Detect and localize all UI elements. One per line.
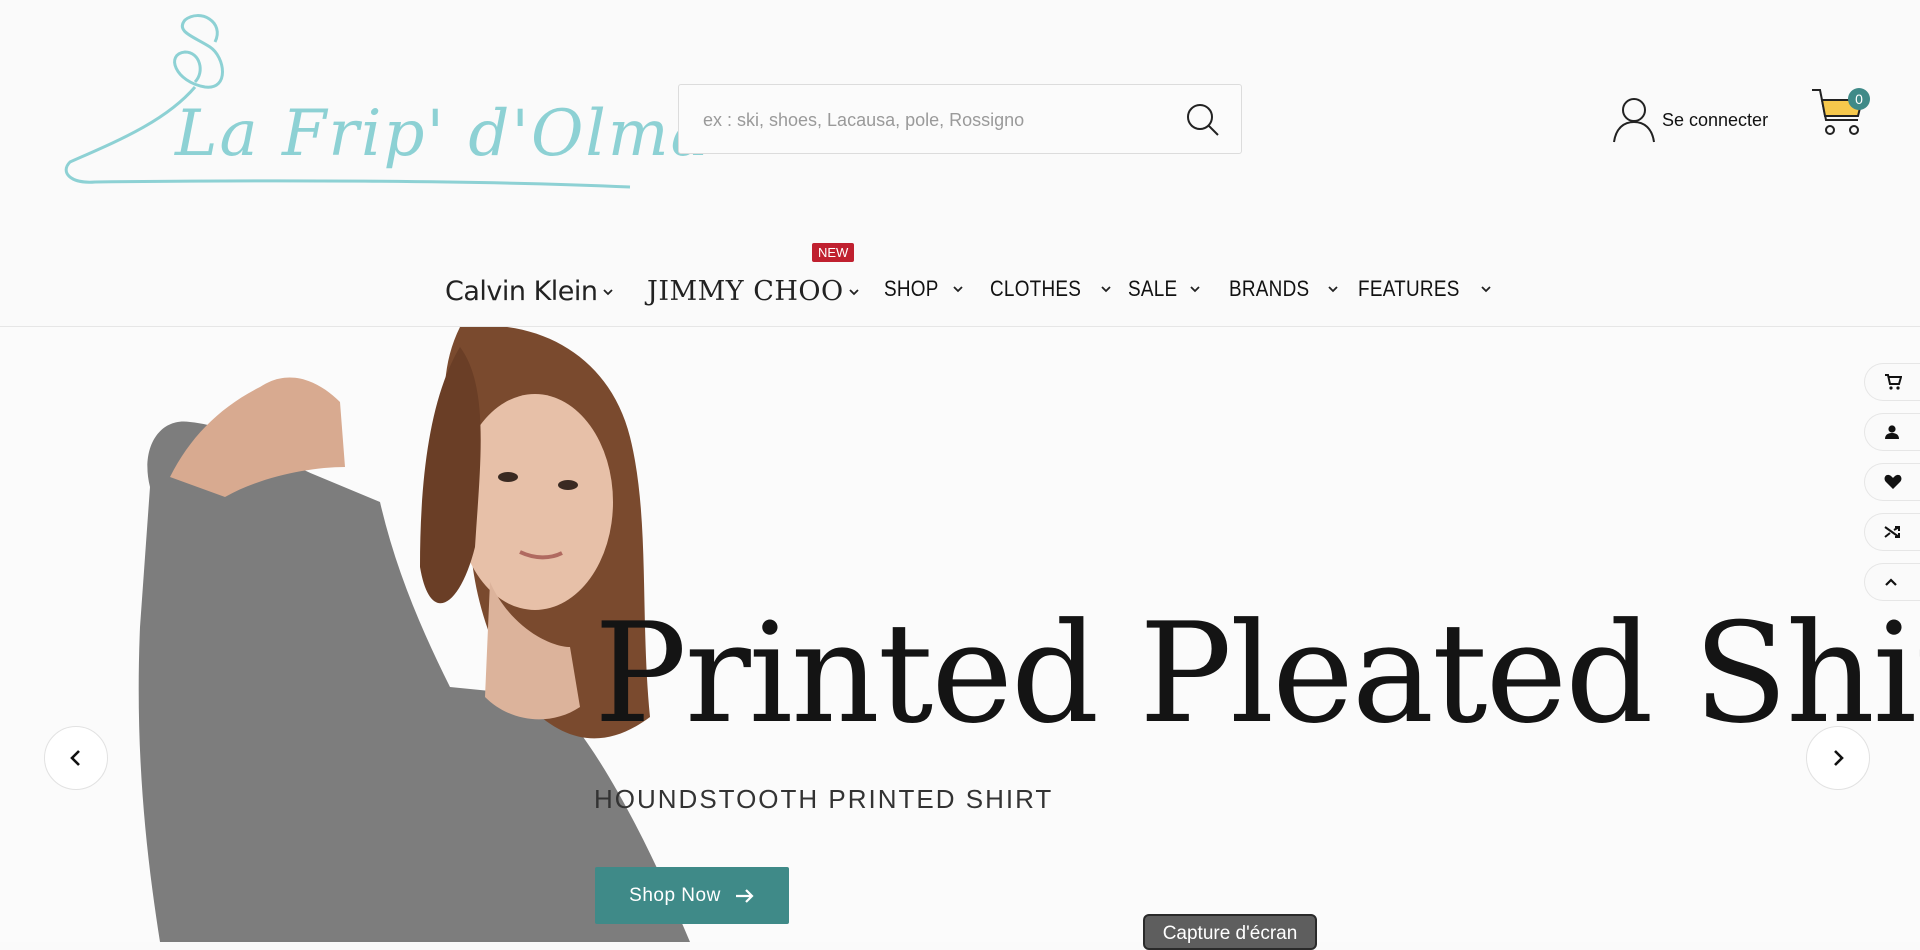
nav-item-jimmy-choo[interactable]: JIMMY CHOO bbox=[647, 276, 860, 307]
jimmy-choo-logo: JIMMY CHOO bbox=[647, 276, 844, 307]
sidebar-account-button[interactable] bbox=[1864, 413, 1920, 451]
search-input[interactable] bbox=[701, 85, 1175, 155]
nav-label-clothes: CLOTHES bbox=[990, 276, 1082, 301]
nav-item-sale[interactable]: SALE bbox=[1128, 276, 1201, 302]
sidebar-scroll-top-button[interactable] bbox=[1864, 563, 1920, 601]
slider-next-button[interactable] bbox=[1806, 726, 1870, 790]
heart-icon bbox=[1884, 474, 1902, 489]
nav-label-sale: SALE bbox=[1128, 276, 1178, 301]
chevron-down-icon bbox=[952, 286, 963, 293]
search-icon[interactable] bbox=[1185, 102, 1221, 138]
nav-item-features[interactable]: FEATURES bbox=[1358, 276, 1492, 302]
screenshot-tooltip[interactable]: Capture d'écran bbox=[1143, 914, 1317, 950]
sidebar-compare-button[interactable] bbox=[1864, 513, 1920, 551]
chevron-down-icon bbox=[1101, 286, 1111, 293]
account-link[interactable]: Se connecter bbox=[1612, 95, 1768, 145]
nav-item-clothes[interactable]: CLOTHES bbox=[990, 276, 1112, 302]
shuffle-icon bbox=[1884, 526, 1900, 538]
nav-label-shop: SHOP bbox=[884, 276, 939, 301]
chevron-left-icon bbox=[70, 750, 80, 766]
chevron-up-icon bbox=[1885, 578, 1897, 586]
nav-item-shop[interactable]: SHOP bbox=[884, 276, 964, 302]
logo-wordmark: La Frip' d'Olma bbox=[175, 97, 711, 171]
user-icon bbox=[1885, 425, 1899, 439]
shop-now-label: Shop Now bbox=[629, 884, 721, 906]
nav-label-features: FEATURES bbox=[1358, 276, 1460, 301]
shop-now-button[interactable]: Shop Now bbox=[595, 867, 789, 924]
site-logo[interactable]: La Frip' d'Olma bbox=[55, 12, 709, 202]
hero-slider: Printed Pleated Shirt HOUNDSTOOTH PRINTE… bbox=[0, 327, 1920, 942]
nav-item-brands[interactable]: BRANDS bbox=[1229, 276, 1339, 302]
chevron-down-icon bbox=[1481, 286, 1491, 293]
user-icon bbox=[1613, 98, 1655, 143]
chevron-down-icon bbox=[1327, 286, 1338, 293]
nav-item-calvin-klein[interactable]: Calvin Klein bbox=[445, 276, 614, 307]
arrow-right-icon bbox=[735, 888, 754, 903]
chevron-down-icon bbox=[849, 288, 859, 295]
slider-prev-button[interactable] bbox=[44, 726, 108, 790]
sidebar-wishlist-button[interactable] bbox=[1864, 463, 1920, 501]
sidebar-cart-button[interactable] bbox=[1864, 363, 1920, 401]
chevron-right-icon bbox=[1834, 750, 1844, 766]
cart-count-badge: 0 bbox=[1848, 88, 1870, 110]
nav-label-brands: BRANDS bbox=[1229, 276, 1310, 301]
account-label: Se connecter bbox=[1662, 109, 1769, 130]
chevron-down-icon bbox=[602, 288, 613, 295]
calvin-klein-logo: Calvin Klein bbox=[445, 276, 598, 307]
chevron-down-icon bbox=[1190, 286, 1201, 293]
search-bar bbox=[678, 84, 1242, 155]
cart-icon bbox=[1885, 374, 1902, 390]
hero-title: Printed Pleated Shirt bbox=[594, 593, 1920, 754]
site-header: La Frip' d'Olma Se connecter 0 NEW Calvi… bbox=[0, 0, 1920, 327]
hero-subtitle: HOUNDSTOOTH PRINTED SHIRT bbox=[594, 784, 1054, 814]
main-nav: Calvin Klein JIMMY CHOO SHOP CLOTHES SAL… bbox=[0, 250, 1920, 324]
